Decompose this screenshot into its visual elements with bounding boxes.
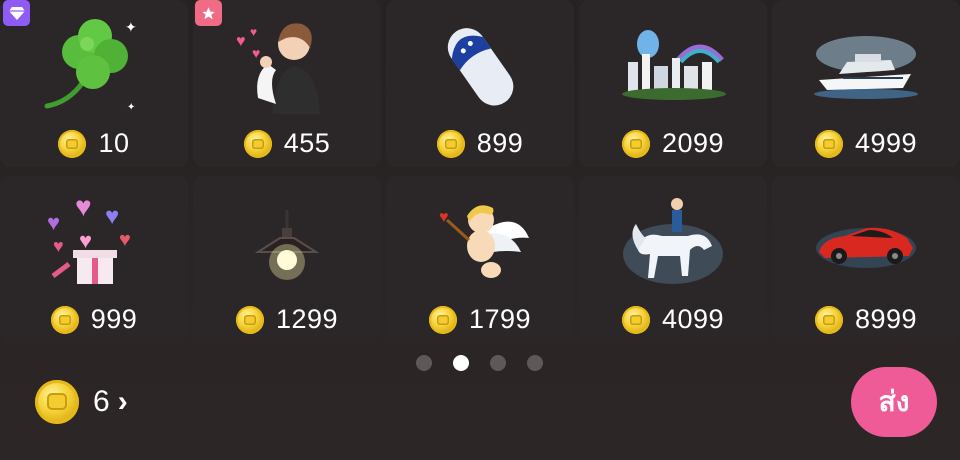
- boy-with-hearts-icon: ♥ ♥ ♥: [232, 14, 342, 118]
- gift-item-heart-gift-box[interactable]: ♥ ♥ ♥ ♥ ♥ ♥ 999: [0, 176, 188, 343]
- svg-text:♥: ♥: [79, 228, 92, 253]
- gift-price-value: 455: [283, 128, 331, 158]
- coin-icon: [814, 305, 843, 334]
- white-horse-rider-icon: [618, 190, 728, 294]
- gift-price: 455: [193, 128, 381, 159]
- coin-icon: [621, 305, 650, 334]
- page-dot[interactable]: [416, 355, 432, 371]
- gift-item-clover[interactable]: ✦ ✦ 10: [0, 0, 188, 167]
- svg-text:♥: ♥: [252, 45, 260, 61]
- gift-price-value: 2099: [661, 128, 725, 158]
- coin-balance[interactable]: 6 ›: [35, 380, 128, 424]
- coin-icon: [243, 129, 272, 158]
- gift-price-value: 8999: [854, 304, 918, 334]
- vip-diamond-icon: [3, 0, 30, 26]
- coin-icon: [814, 129, 843, 158]
- gift-item-yacht[interactable]: 4999: [772, 0, 960, 167]
- gift-price: 10: [0, 128, 188, 159]
- gift-price: 4999: [772, 128, 960, 159]
- page-indicator: [416, 355, 543, 371]
- gift-price-value: 4099: [661, 304, 725, 334]
- svg-text:♥: ♥: [105, 203, 119, 230]
- gift-price: 8999: [772, 304, 960, 335]
- star-badge-icon: [195, 0, 222, 26]
- gift-price-value: 999: [90, 304, 138, 334]
- gift-price: 1799: [386, 304, 574, 335]
- gift-price-value: 1299: [275, 304, 339, 334]
- coin-icon: [50, 305, 79, 334]
- coin-icon: [428, 305, 457, 334]
- heart-gift-box-icon: ♥ ♥ ♥ ♥ ♥ ♥: [39, 190, 149, 294]
- svg-text:♥: ♥: [250, 25, 257, 39]
- coin-icon: [235, 305, 264, 334]
- coin-icon: [621, 129, 650, 158]
- gift-price: 999: [0, 304, 188, 335]
- coin-icon: [35, 380, 79, 424]
- page-dot[interactable]: [527, 355, 543, 371]
- gift-item-boy-with-hearts[interactable]: ♥ ♥ ♥ 455: [193, 0, 381, 167]
- gift-item-hanging-lamp[interactable]: 1299: [193, 176, 381, 343]
- send-button[interactable]: ส่ง: [851, 367, 937, 437]
- svg-text:♥: ♥: [53, 236, 64, 256]
- svg-text:♥: ♥: [119, 229, 131, 251]
- gift-price: 2099: [579, 128, 767, 159]
- yacht-icon: [811, 14, 921, 118]
- gift-price-value: 1799: [468, 304, 532, 334]
- gift-price-value: 4999: [854, 128, 918, 158]
- red-sports-car-icon: [811, 190, 921, 294]
- clover-icon: ✦ ✦: [39, 14, 149, 118]
- page-dot-active[interactable]: [453, 355, 469, 371]
- coin-icon: [436, 129, 465, 158]
- coin-icon: [58, 129, 87, 158]
- gift-item-slipper[interactable]: 899: [386, 0, 574, 167]
- city-skyline-icon: [618, 14, 728, 118]
- svg-text:♥: ♥: [75, 191, 92, 222]
- svg-text:♥: ♥: [47, 210, 60, 235]
- gift-price: 4099: [579, 304, 767, 335]
- svg-text:♥: ♥: [236, 33, 246, 50]
- gift-item-city-skyline[interactable]: 2099: [579, 0, 767, 167]
- page-dot[interactable]: [490, 355, 506, 371]
- svg-text:✦: ✦: [125, 19, 137, 35]
- slipper-icon: [425, 14, 535, 118]
- svg-text:♥: ♥: [439, 209, 449, 226]
- gift-item-red-sports-car[interactable]: 8999: [772, 176, 960, 343]
- chevron-right-icon: ›: [117, 385, 128, 418]
- gift-price-value: 10: [98, 128, 130, 158]
- gift-item-white-horse-rider[interactable]: 4099: [579, 176, 767, 343]
- gift-price-value: 899: [476, 128, 524, 158]
- gift-price: 899: [386, 128, 574, 159]
- svg-text:✦: ✦: [127, 102, 135, 113]
- balance-amount: 6: [93, 385, 110, 418]
- hanging-lamp-icon: [232, 190, 342, 294]
- gift-grid: ✦ ✦ 10 ♥ ♥ ♥ 455 899 2099 4999 ♥ ♥ ♥ ♥ ♥…: [0, 0, 960, 345]
- gift-price: 1299: [193, 304, 381, 335]
- gift-item-cupid[interactable]: ♥ 1799: [386, 176, 574, 343]
- cupid-icon: ♥: [425, 190, 535, 294]
